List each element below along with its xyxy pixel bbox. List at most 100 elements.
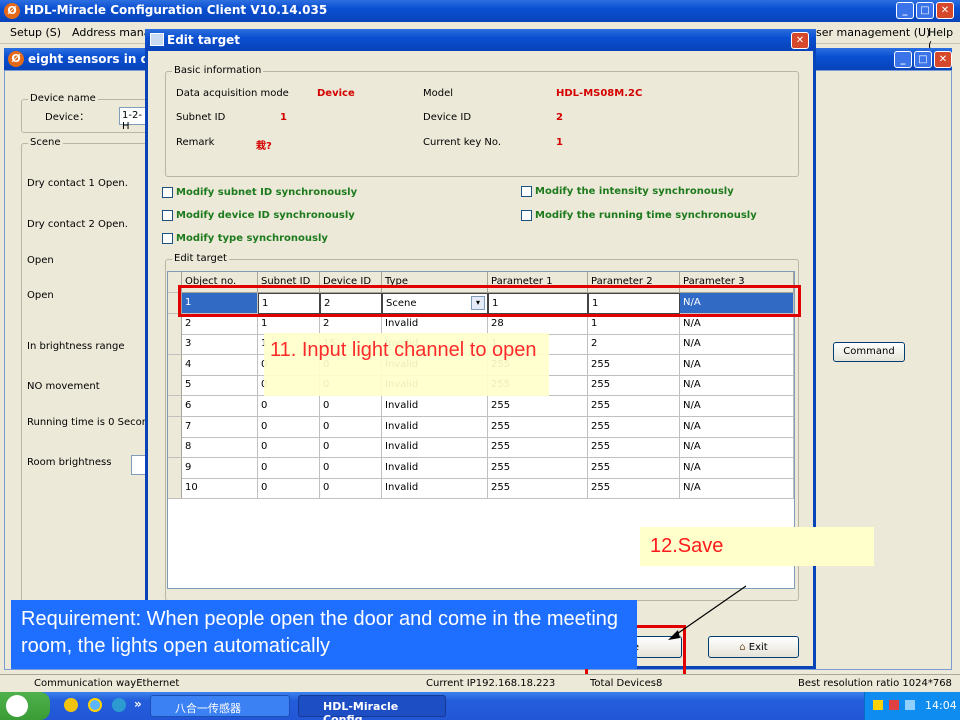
command-button[interactable]: Command [833,342,905,362]
table-cell[interactable]: 0 [258,478,320,500]
child-minimize-button[interactable]: _ [894,51,912,68]
row-header[interactable] [168,437,182,459]
type-sync-label: Modify type synchronously [176,233,328,244]
table-cell[interactable]: 0 [320,416,382,438]
table-cell[interactable]: N/A [680,334,794,356]
table-cell[interactable]: N/A [680,478,794,500]
table-row[interactable]: 9 0 0 Invalid 255 255 N/A [168,457,794,479]
maximize-button[interactable]: □ [916,2,934,19]
close-button[interactable]: ✕ [936,2,954,19]
table-cell[interactable]: Invalid [382,478,488,500]
device-name-group-label: Device name [28,93,98,104]
table-cell[interactable]: 5 [182,375,258,397]
row-header[interactable] [168,478,182,500]
table-cell[interactable]: 255 [488,396,588,417]
table-cell[interactable]: N/A [680,396,794,417]
table-cell[interactable]: N/A [680,437,794,459]
dialog-title: Edit target [167,33,241,47]
table-cell[interactable]: N/A [680,416,794,438]
table-cell[interactable]: 6 [182,396,258,417]
table-row[interactable]: 6 0 0 Invalid 255 255 N/A [168,396,794,417]
taskbar-item-hdl[interactable]: HDL-Miracle Config... [298,695,446,720]
clock[interactable]: 14:04 [925,699,957,712]
table-cell[interactable]: 4 [182,354,258,376]
table-cell[interactable]: Invalid [382,416,488,438]
menu-setup[interactable]: Setup (S) [10,26,61,39]
table-row[interactable]: 7 0 0 Invalid 255 255 N/A [168,416,794,438]
child-close-button[interactable]: ✕ [934,51,952,68]
table-cell[interactable]: 7 [182,416,258,438]
table-cell[interactable]: 255 [588,457,680,479]
start-button[interactable] [0,692,50,720]
scene-row: Dry contact 2 Open. [27,219,128,230]
status-bar: Communication wayEthernet Current IP192.… [0,674,960,692]
subnet-sync-checkbox[interactable] [162,187,173,198]
table-cell[interactable]: 255 [488,416,588,438]
table-cell[interactable]: 8 [182,437,258,459]
scene-row: Dry contact 1 Open. [27,178,128,189]
taskbar-item-sensor[interactable]: 八合一传感器 [150,695,290,717]
dialog-close-button[interactable]: ✕ [791,32,809,49]
tray-icon[interactable] [905,700,915,710]
table-row[interactable]: 10 0 0 Invalid 255 255 N/A [168,478,794,500]
data-mode-label: Data acquisition mode [176,88,289,99]
row-header[interactable] [168,416,182,438]
quicklaunch-app-icon[interactable] [64,698,78,712]
scene-row: Open [27,290,54,301]
table-cell[interactable]: 10 [182,478,258,500]
subnet-sync-label: Modify subnet ID synchronously [176,187,358,198]
row-header[interactable] [168,334,182,356]
row-header[interactable] [168,457,182,479]
table-cell[interactable]: 0 [258,396,320,417]
table-cell[interactable]: Invalid [382,437,488,459]
table-cell[interactable]: N/A [680,457,794,479]
menu-user-management[interactable]: ser management (U) [816,26,930,39]
child-logo-icon: Ø [8,51,24,67]
table-cell[interactable]: 255 [588,354,680,376]
table-cell[interactable]: 0 [258,416,320,438]
table-cell[interactable]: 255 [588,437,680,459]
intensity-sync-label: Modify the intensity synchronously [535,186,734,197]
internet-explorer-icon[interactable] [88,698,102,712]
minimize-button[interactable]: _ [896,2,914,19]
table-cell[interactable]: 0 [320,437,382,459]
table-cell[interactable]: N/A [680,375,794,397]
table-cell[interactable]: 0 [258,457,320,479]
status-resolution: Best resolution ratio 1024*768 [798,678,952,689]
table-cell[interactable]: 255 [488,457,588,479]
table-row[interactable]: 8 0 0 Invalid 255 255 N/A [168,437,794,459]
table-cell[interactable]: 255 [588,396,680,417]
scene-row: Room brightness [27,457,112,468]
table-cell[interactable]: 9 [182,457,258,479]
table-cell[interactable]: 255 [488,437,588,459]
scene-row: NO movement [27,381,100,392]
table-cell[interactable]: N/A [680,354,794,376]
table-cell[interactable]: Invalid [382,396,488,417]
table-cell[interactable]: 0 [258,437,320,459]
data-mode-value: Device [317,88,355,99]
table-cell[interactable]: 0 [320,396,382,417]
intensity-sync-checkbox[interactable] [521,186,532,197]
child-maximize-button[interactable]: □ [914,51,932,68]
table-cell[interactable]: 255 [588,416,680,438]
table-cell[interactable]: 0 [320,457,382,479]
type-sync-checkbox[interactable] [162,233,173,244]
table-cell[interactable]: 255 [588,478,680,500]
running-sync-checkbox[interactable] [521,210,532,221]
row-header[interactable] [168,375,182,397]
tray-icon[interactable] [873,700,883,710]
quicklaunch-browser-icon[interactable] [112,698,126,712]
table-cell[interactable]: 2 [588,334,680,356]
table-cell[interactable]: 0 [320,478,382,500]
quicklaunch-more-icon[interactable]: » [134,697,142,711]
status-total-devices: Total Devices8 [590,678,663,689]
table-cell[interactable]: Invalid [382,457,488,479]
table-cell[interactable]: 255 [588,375,680,397]
tray-icon[interactable] [889,700,899,710]
table-cell[interactable]: 255 [488,478,588,500]
table-cell[interactable]: 3 [182,334,258,356]
device-sync-checkbox[interactable] [162,210,173,221]
row-header[interactable] [168,354,182,376]
device-id-value: 2 [556,112,563,123]
row-header[interactable] [168,396,182,417]
